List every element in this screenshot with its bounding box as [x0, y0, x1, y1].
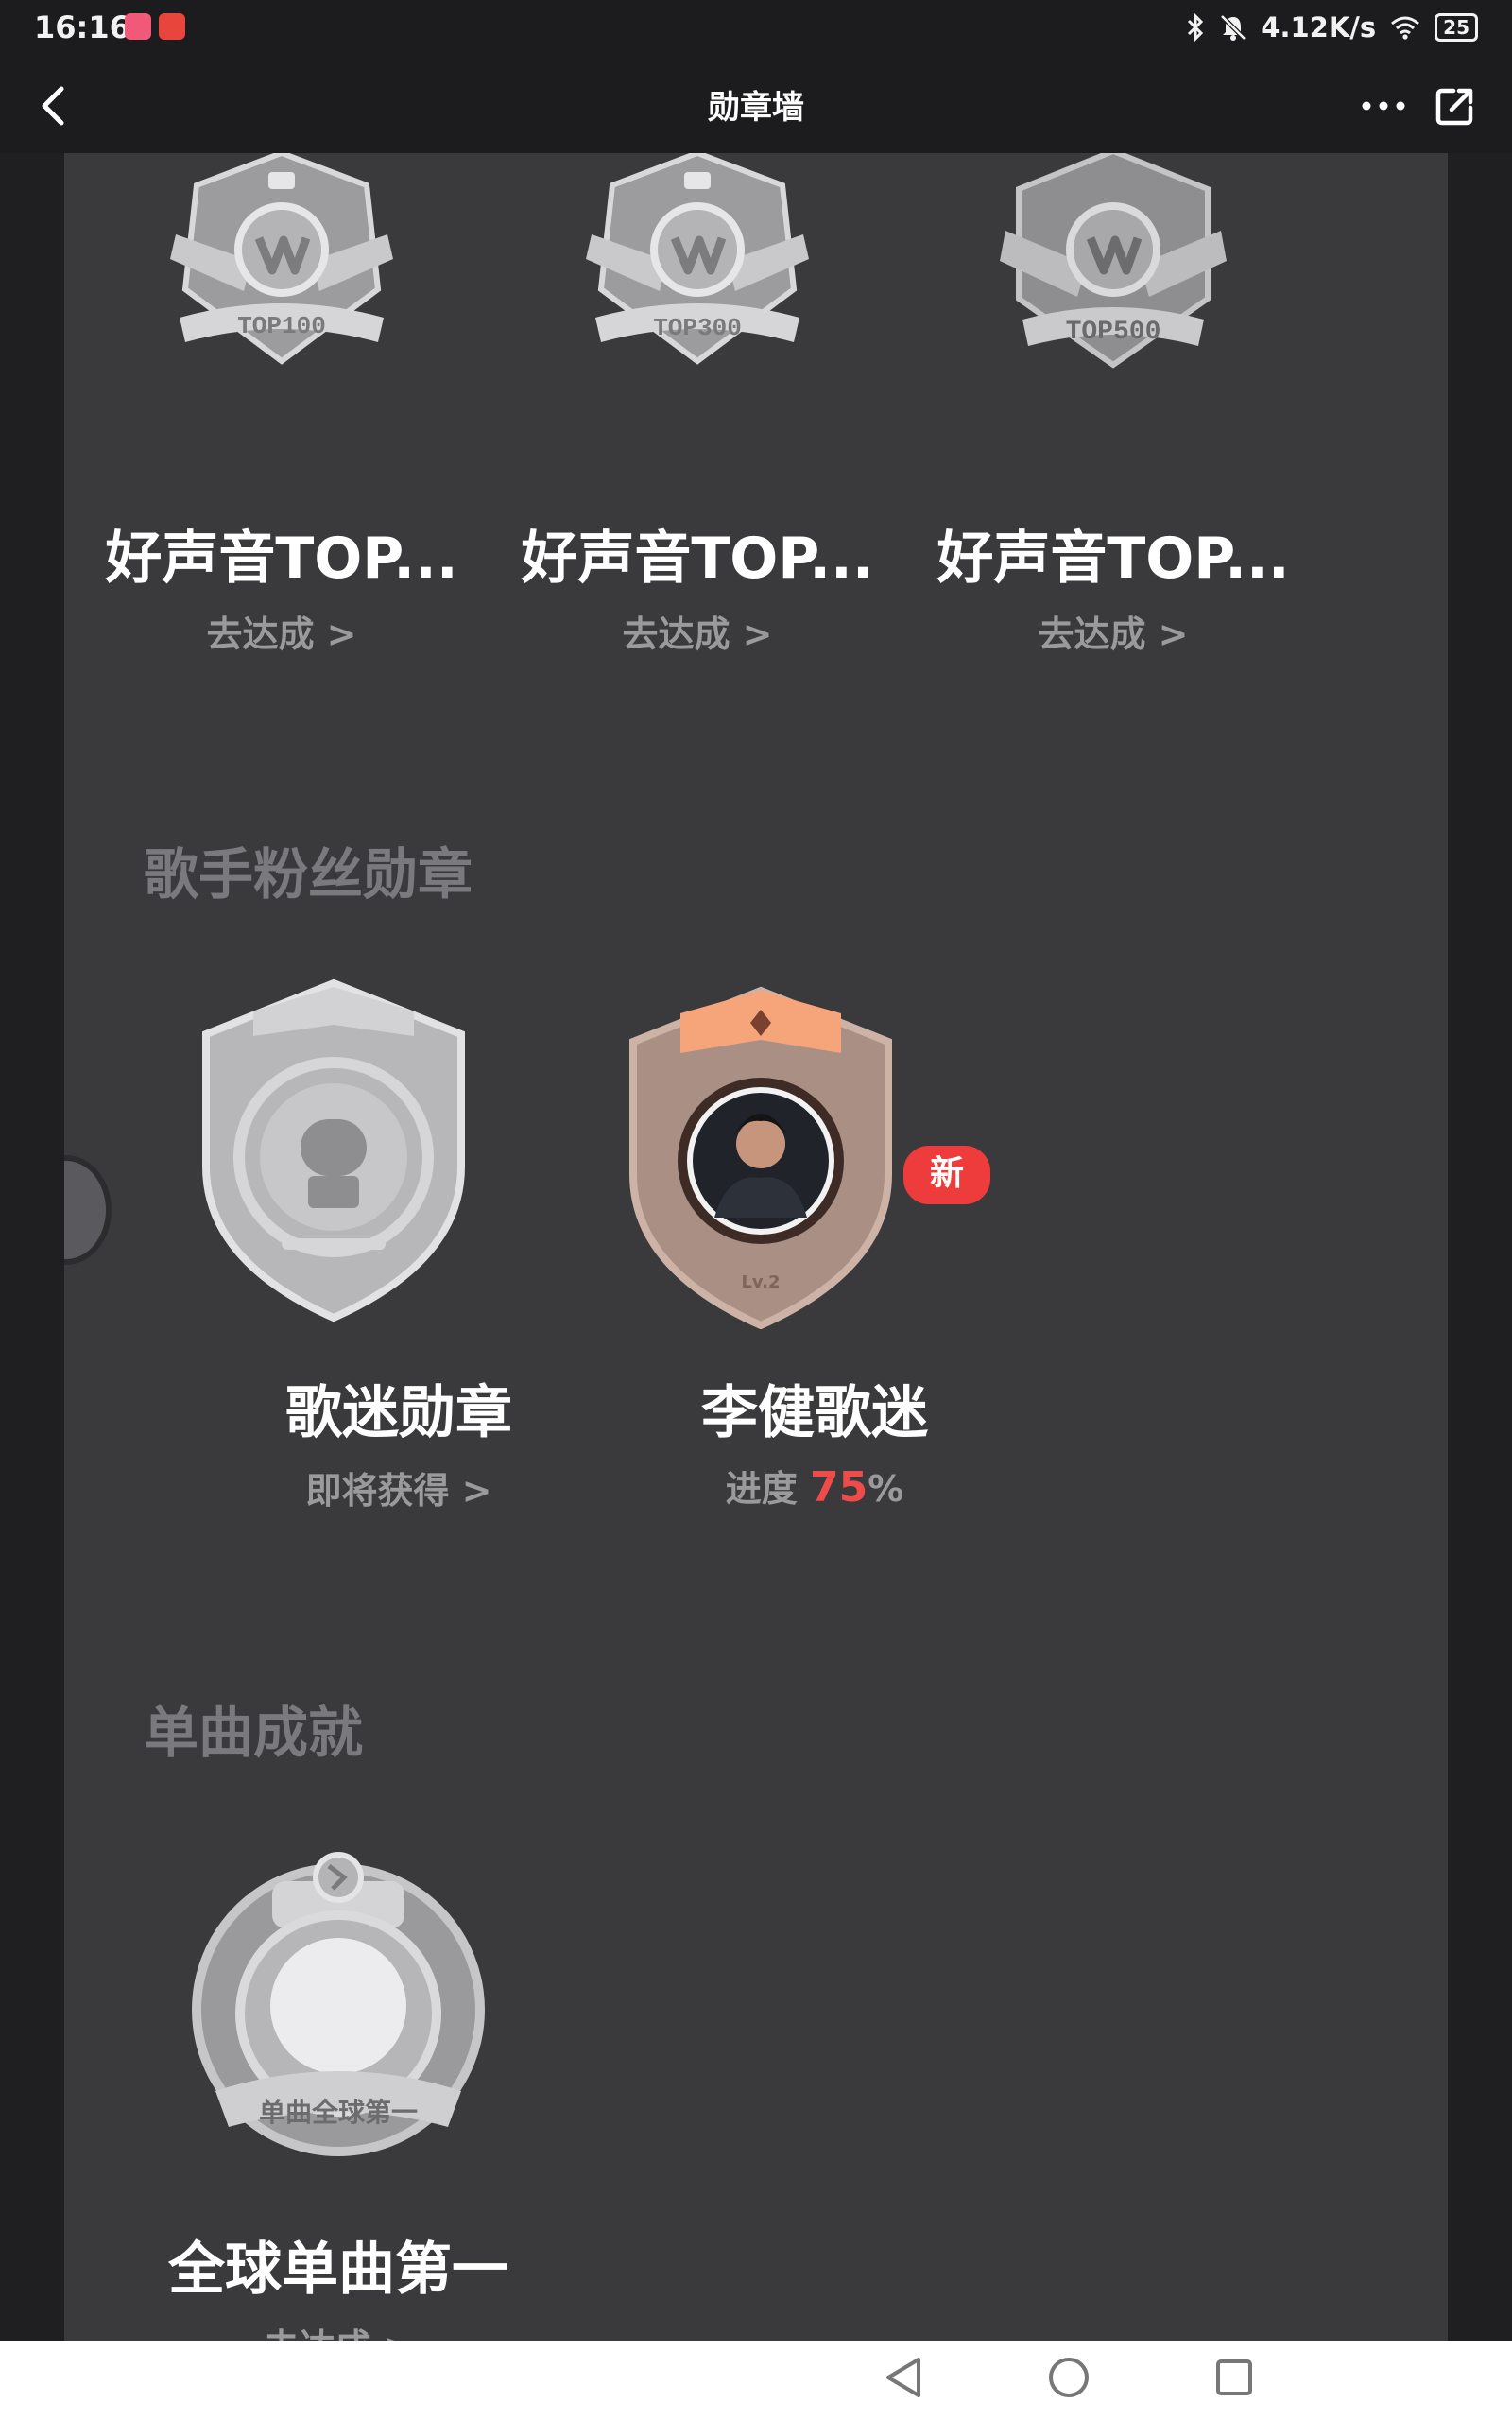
more-icon: [1362, 101, 1405, 111]
floating-avatar[interactable]: [64, 1155, 112, 1265]
badge-progress: 进度 75%: [635, 1460, 994, 1512]
badge-action-link[interactable]: 去达成 >: [518, 605, 877, 657]
badge-action-link[interactable]: 即将获得 >: [219, 1461, 578, 1513]
section-title-single: 单曲成就: [144, 1701, 364, 1765]
battery-icon: 25: [1435, 13, 1478, 42]
nav-recents-button[interactable]: [1211, 2354, 1257, 2405]
square-recents-icon: [1216, 2360, 1252, 2395]
section-title-fan: 歌手粉丝勋章: [144, 842, 473, 907]
mute-icon: [1220, 14, 1247, 41]
badge-title: 歌迷勋章: [285, 1380, 512, 1446]
nav-home-button[interactable]: [1045, 2354, 1092, 2405]
badge-title: 李健歌迷: [701, 1380, 928, 1446]
status-bar: 16:16 4.12K/s 25: [0, 0, 1512, 59]
badge-title: 好声音TOP...: [936, 526, 1290, 592]
top300-badge-icon: TOP300: [586, 153, 809, 365]
progress-value: 75: [809, 1463, 868, 1512]
header-bar: 勋章墙: [0, 59, 1512, 153]
svg-text:TOP100: TOP100: [237, 312, 326, 340]
badge-action-link[interactable]: 去达成 >: [102, 605, 461, 657]
badge-action-link[interactable]: 去达成 >: [159, 2318, 518, 2341]
badge-action-link[interactable]: 去达成 >: [934, 605, 1293, 657]
app-notification-icon: [125, 13, 151, 40]
fan-badge-icon: [202, 978, 465, 1322]
wifi-icon: [1391, 16, 1420, 40]
badge-title: 好声音TOP...: [521, 526, 874, 592]
nav-back-button[interactable]: [881, 2354, 926, 2405]
more-button[interactable]: [1353, 83, 1414, 129]
share-button[interactable]: [1429, 79, 1482, 132]
new-tag: 新: [900, 1142, 994, 1208]
bluetooth-icon: [1188, 13, 1204, 42]
share-icon: [1435, 88, 1473, 126]
global-number-one-badge-icon: 单曲全球第一: [192, 1852, 485, 2156]
progress-label: 进度: [725, 1468, 798, 1510]
badge-title: 全球单曲第一: [168, 2237, 508, 2303]
circle-home-icon: [1049, 2358, 1089, 2397]
page-title: 勋章墙: [708, 89, 804, 127]
system-navigation-bar: [0, 2341, 1512, 2420]
status-indicators: 4.12K/s 25: [1185, 11, 1478, 43]
badge-wall-panel: TOP100 好声音TOP... 去达成 > TOP300 好声音TOP... …: [64, 153, 1448, 2341]
top100-banner-text: TOP100: [237, 312, 326, 340]
triangle-back-icon: [886, 2358, 920, 2397]
progress-unit: %: [868, 1468, 904, 1510]
badge-title: 好声音TOP...: [105, 526, 458, 592]
svg-text:Lv.2: Lv.2: [741, 1272, 780, 1292]
top500-badge-icon: TOP500: [1000, 153, 1227, 369]
status-time: 16:16: [34, 9, 130, 45]
svg-text:TOP300: TOP300: [653, 314, 742, 342]
svg-text:TOP500: TOP500: [1066, 318, 1161, 347]
lijian-fan-badge-icon: Lv.2: [629, 986, 892, 1329]
app-notification-icon: [159, 13, 185, 40]
svg-text:单曲全球第一: 单曲全球第一: [259, 2097, 418, 2128]
network-speed: 4.12K/s: [1261, 11, 1377, 43]
